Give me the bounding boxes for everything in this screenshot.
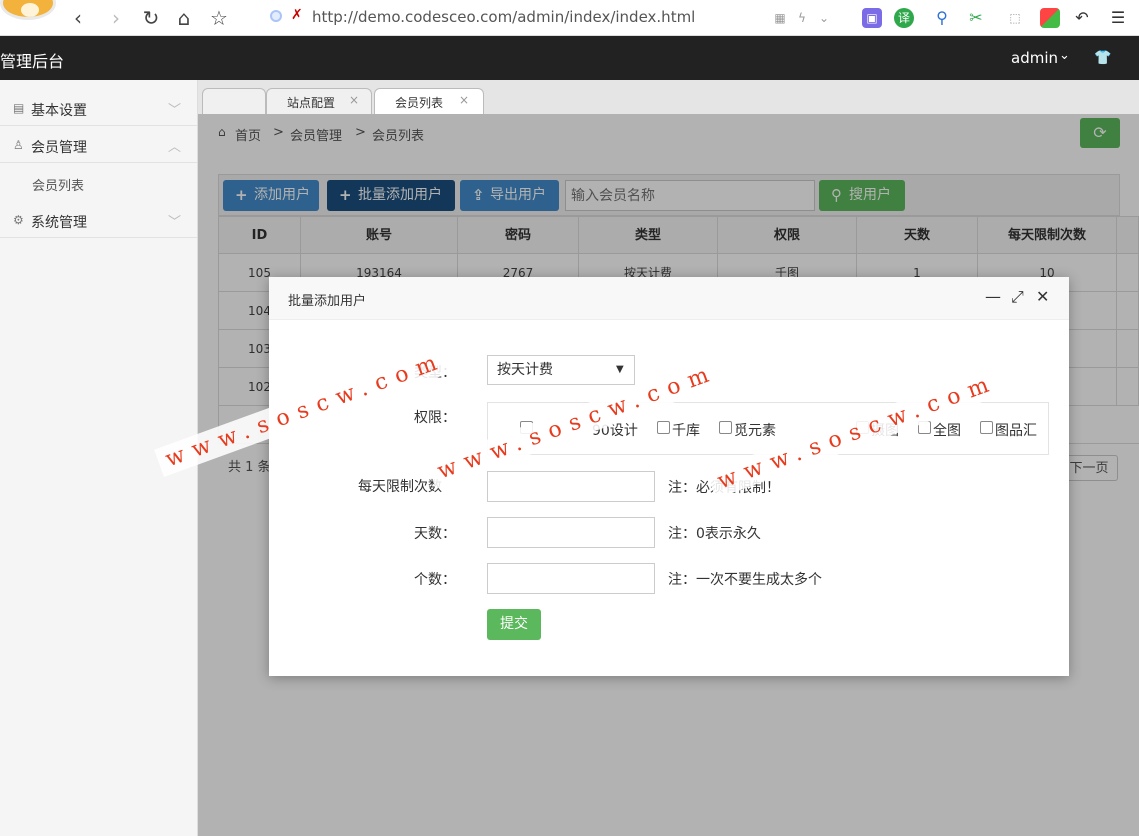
daily-limit-label: 每天限制次数 [358,479,442,495]
reload-icon[interactable]: ↻ [139,6,163,30]
book-icon: ▤ [13,101,25,115]
sidebar-item-member-management[interactable]: ♙ 会员管理 ︿ [0,127,197,163]
modal-header: 批量添加用户 — ⤢ ✕ [269,277,1069,320]
count-note: 注：一次不要生成太多个 [668,572,822,588]
back-icon[interactable]: ‹ [66,6,90,30]
batch-add-user-modal: 批量添加用户 — ⤢ ✕ 类型： 按天计费 ▼ 权限： 90设计 千库 觅元素 … [269,277,1069,676]
chevron-down-icon[interactable]: ⌄ [814,8,834,28]
close-icon[interactable]: × [459,93,469,107]
tab-member-list[interactable]: 会员列表 × [374,88,484,114]
days-input[interactable] [487,517,655,548]
menu-icon[interactable]: ☰ [1108,8,1128,28]
browser-logo-icon [0,0,56,20]
minimize-icon[interactable]: — [985,287,1001,306]
permission-label: 权限： [414,410,456,426]
close-icon[interactable]: ✕ [1036,287,1049,306]
sidebar-item-label: 基本设置 [31,103,87,119]
tab-label: 会员列表 [395,96,444,110]
user-icon: ♙ [13,138,24,152]
daily-limit-input[interactable] [487,471,655,502]
permission-label-qianku: 千库 [672,423,700,439]
extension-icon[interactable]: ▣ [862,8,882,28]
scissors-icon[interactable]: ✂ [966,8,986,28]
tab-home[interactable] [202,88,266,114]
tab-label: 站点配置 [287,96,336,110]
user-menu[interactable]: admin [1011,49,1058,67]
permission-label-tupinhui: 图品汇 [995,423,1037,439]
screenshot-icon[interactable]: ⬚ [1005,8,1025,28]
count-label: 个数： [414,572,456,588]
insecure-icon: ✗ [291,7,303,23]
theme-shirt-icon[interactable]: 👕 [1094,50,1111,66]
submit-button[interactable]: 提交 [487,609,541,640]
permission-label-miyuansu: 觅元素 [734,423,776,439]
caret-down-icon: ▼ [616,364,624,375]
days-label: 天数： [414,526,456,542]
gear-icon: ⚙ [13,213,24,227]
search-tool-icon[interactable]: ⚲ [932,8,952,28]
modal-title: 批量添加用户 [288,294,367,309]
lightning-icon[interactable]: ϟ [792,8,812,28]
sidebar-item-label: 会员管理 [31,140,87,156]
permission-checkbox[interactable] [719,421,732,434]
sidebar-item-system-management[interactable]: ⚙ 系统管理 ﹀ [0,202,197,238]
bookmark-star-icon[interactable]: ☆ [207,6,231,30]
sidebar-item-basic-settings[interactable]: ▤ 基本设置 ﹀ [0,90,197,126]
security-indicator-icon [270,10,282,22]
type-select[interactable]: 按天计费 ▼ [487,355,635,385]
days-note: 注：0表示永久 [668,526,761,542]
chevron-down-icon: ﹀ [168,215,182,230]
chevron-up-icon: ︿ [168,140,182,155]
grid-icon[interactable]: ▦ [770,8,790,28]
permission-label-quantu: 全图 [933,423,961,439]
close-icon[interactable]: × [349,93,359,107]
site-title: 管理后台 [0,52,65,71]
sidebar-subitem-member-list[interactable]: 会员列表 [32,175,84,194]
apps-icon[interactable] [1040,8,1060,28]
translate-icon[interactable]: 译 [894,8,914,28]
tab-site-config[interactable]: 站点配置 × [266,88,372,114]
sidebar-item-label: 系统管理 [31,215,87,231]
admin-header: 管理后台 admin ⌄ 👕 [0,36,1139,80]
permission-checkbox[interactable] [980,421,993,434]
count-input[interactable] [487,563,655,594]
address-bar[interactable]: http://demo.codesceo.com/admin/index/ind… [312,8,695,26]
chevron-down-icon: ﹀ [168,103,182,118]
permission-checkbox[interactable] [657,421,670,434]
forward-icon[interactable]: › [104,6,128,30]
chevron-down-icon[interactable]: ⌄ [1059,48,1070,63]
undo-icon[interactable]: ↶ [1072,8,1092,28]
select-value: 按天计费 [497,362,553,378]
maximize-icon[interactable]: ⤢ [1011,287,1024,307]
tab-bar: 站点配置 × 会员列表 × [198,80,1139,114]
home-icon[interactable]: ⌂ [172,6,196,30]
browser-toolbar: ‹ › ↻ ⌂ ☆ ✗ http://demo.codesceo.com/adm… [0,0,1139,36]
